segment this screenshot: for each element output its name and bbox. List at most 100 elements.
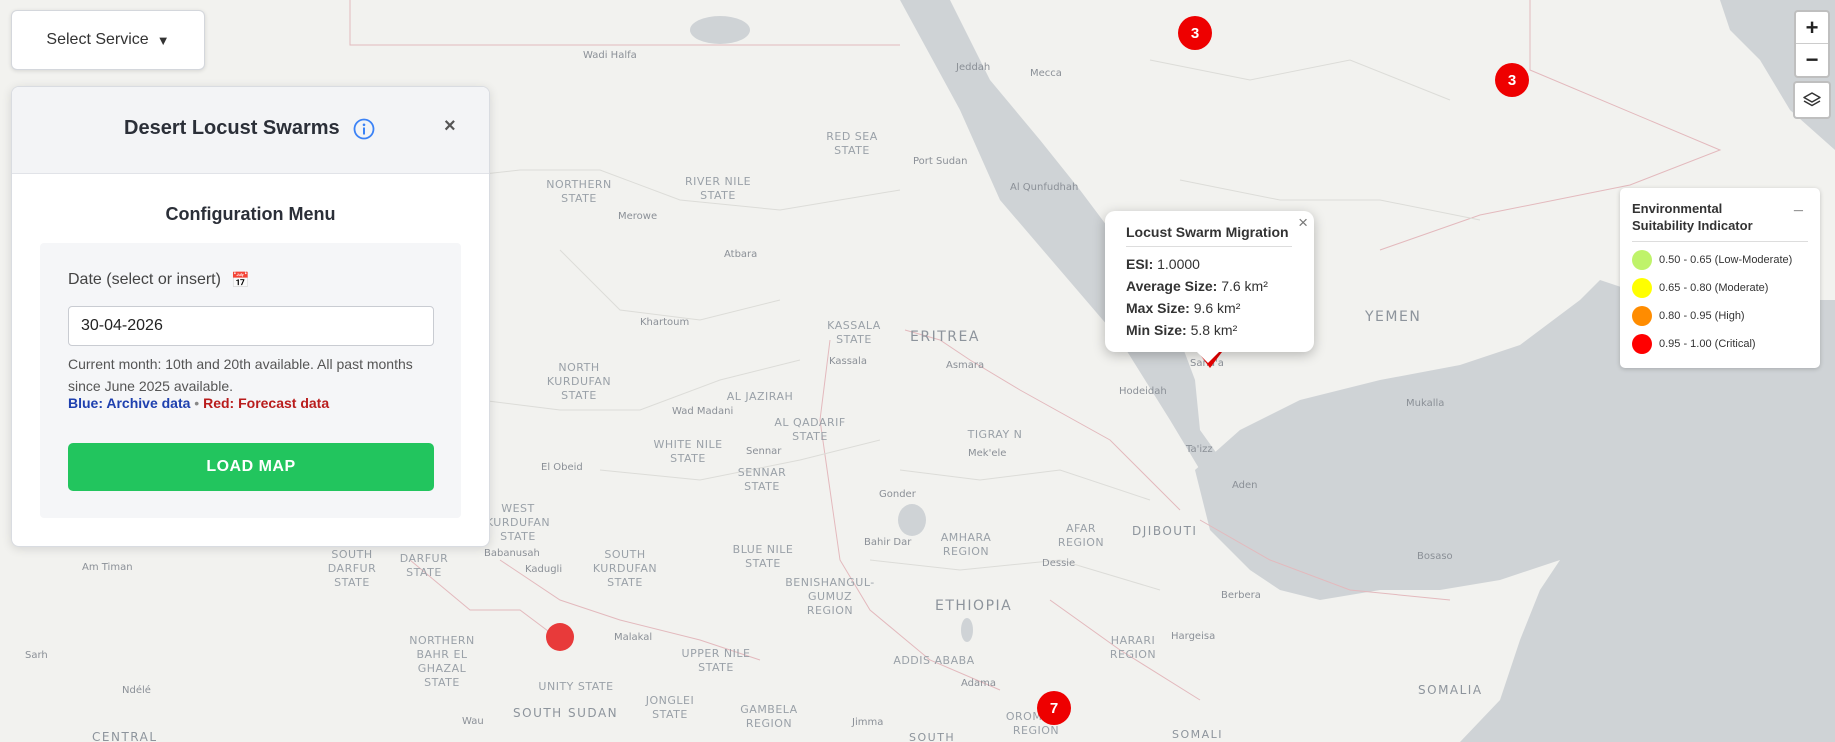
- map-region-label: STATE: [670, 452, 706, 465]
- map-label-djibouti: DJIBOUTI: [1132, 524, 1197, 538]
- map-region-label: WHITE NILE: [653, 438, 722, 451]
- city-label: Ta'izz: [1185, 444, 1213, 455]
- zoom-control: + −: [1794, 10, 1830, 78]
- popup-row-max-size: Max Size: 9.6 km²: [1126, 300, 1241, 316]
- map-region-label: BAHR EL: [416, 648, 467, 661]
- map-label-south-sudan: SOUTH SUDAN: [513, 706, 618, 720]
- city-label: Al Qunfudhah: [1010, 182, 1078, 193]
- map-region-label: BLUE NILE: [733, 543, 794, 556]
- map-region-label: STATE: [744, 480, 780, 493]
- swarm-point-marker[interactable]: [546, 623, 574, 651]
- city-label: Jeddah: [955, 62, 990, 73]
- popup-close-icon[interactable]: ×: [1298, 213, 1308, 233]
- city-label: Hargeisa: [1171, 631, 1215, 642]
- layers-button[interactable]: [1793, 81, 1831, 119]
- layers-icon: [1803, 92, 1821, 107]
- city-label: Wadi Halfa: [583, 50, 637, 61]
- city-label: Adama: [961, 678, 996, 689]
- map-region-label: NORTHERN: [546, 178, 612, 191]
- swarm-cluster-marker[interactable]: 3: [1495, 63, 1529, 97]
- map-region-label: REGION: [1058, 536, 1104, 549]
- map-region-label: JONGLEI: [645, 694, 694, 707]
- esi-legend-item: 0.50 - 0.65 (Low-Moderate): [1632, 250, 1792, 270]
- map-region-label: DARFUR: [400, 552, 448, 565]
- map-region-label: STATE: [652, 708, 688, 721]
- map-region-label: REGION: [943, 545, 989, 558]
- load-map-button[interactable]: LOAD MAP: [68, 443, 434, 491]
- esi-legend-item: 0.95 - 1.00 (Critical): [1632, 334, 1756, 354]
- map-region-label: STATE: [745, 557, 781, 570]
- map-label-yemen: YEMEN: [1364, 309, 1421, 325]
- city-label: Khartoum: [640, 317, 689, 328]
- map-region-label: STATE: [500, 530, 536, 543]
- select-service-dropdown[interactable]: Select Service ▼: [11, 10, 205, 70]
- panel-header: Desert Locust Swarms ×: [12, 87, 489, 174]
- date-hint: Current month: 10th and 20th available. …: [68, 356, 413, 394]
- zoom-in-button[interactable]: +: [1796, 12, 1828, 44]
- map-label-eritrea: ERITREA: [910, 329, 980, 345]
- map-region-label: REGION: [746, 717, 792, 730]
- map-label-central: CENTRAL: [92, 730, 158, 742]
- city-label: Sarh: [25, 650, 48, 661]
- map-region-label: REGION: [1110, 648, 1156, 661]
- map-region-label: STATE: [561, 389, 597, 402]
- legend-swatch: [1632, 334, 1652, 354]
- calendar-icon[interactable]: 📅: [231, 271, 250, 289]
- close-icon[interactable]: ×: [444, 115, 456, 138]
- map-region-label: STATE: [834, 144, 870, 157]
- map-region-label: SOUTH: [604, 548, 645, 561]
- popup-row-esi: ESI: 1.0000: [1126, 256, 1200, 272]
- swarm-cluster-marker[interactable]: 7: [1037, 691, 1071, 725]
- city-label: Berbera: [1221, 590, 1261, 601]
- select-service-label: Select Service: [46, 31, 149, 48]
- map-region-label: NORTHERN: [409, 634, 475, 647]
- map-region-label: STATE: [698, 661, 734, 674]
- esi-legend: Environmental Suitability Indicator _ 0.…: [1620, 188, 1820, 368]
- city-label: Asmara: [946, 360, 984, 371]
- city-label: Mek'ele: [968, 448, 1006, 459]
- map-region-label: RIVER NILE: [685, 175, 751, 188]
- city-label: Merowe: [618, 211, 657, 222]
- map-region-label: AFAR: [1066, 522, 1096, 535]
- esi-legend-title: Environmental Suitability Indicator: [1632, 201, 1753, 233]
- map-region-label: UNITY STATE: [538, 680, 613, 693]
- map-region-label: DARFUR: [328, 562, 376, 575]
- map-label-ethiopia: ETHIOPIA: [935, 598, 1012, 614]
- esi-legend-item: 0.65 - 0.80 (Moderate): [1632, 278, 1768, 298]
- map-region-label: RED SEA: [826, 130, 878, 143]
- map-region-label: GAMBELA: [740, 703, 797, 716]
- map-region-label: AL QADARIF: [774, 416, 845, 429]
- map-region-label: STATE: [334, 576, 370, 589]
- map-region-label: STATE: [424, 676, 460, 689]
- map-region-label: KURDUFAN: [593, 562, 657, 575]
- zoom-out-button[interactable]: −: [1796, 44, 1828, 75]
- legend-swatch: [1632, 306, 1652, 326]
- map-region-label: UPPER NILE: [682, 647, 751, 660]
- popup-row-min-size: Min Size: 5.8 km²: [1126, 322, 1238, 338]
- map-region-label: BENISHANGUL-: [785, 576, 874, 589]
- map-region-label: KASSALA: [827, 319, 881, 332]
- chevron-down-icon: ▼: [156, 32, 170, 48]
- map-region-label: ADDIS ABABA: [893, 654, 974, 667]
- map-region-label: AMHARA: [941, 531, 992, 544]
- map-label-somali: SOMALI: [1172, 728, 1223, 741]
- panel-title: Desert Locust Swarms: [124, 117, 340, 139]
- legend-swatch: [1632, 278, 1652, 298]
- map-region-label: STATE: [836, 333, 872, 346]
- city-label: Gonder: [879, 489, 917, 500]
- city-label: Am Timan: [82, 562, 133, 573]
- minimize-icon[interactable]: _: [1794, 196, 1803, 214]
- city-label: Babanusah: [484, 548, 540, 559]
- forecast-data-label: Red: Forecast data: [203, 395, 330, 411]
- date-input[interactable]: [68, 306, 434, 346]
- city-label: Bahir Dar: [864, 537, 912, 548]
- date-label: Date (select or insert): [68, 271, 221, 288]
- separator: •: [194, 395, 200, 411]
- map-region-label: KURDUFAN: [486, 516, 550, 529]
- swarm-popup: × Locust Swarm Migration ESI: 1.0000 Ave…: [1105, 211, 1314, 352]
- city-label: El Obeid: [541, 462, 583, 473]
- info-icon[interactable]: [353, 118, 375, 140]
- swarm-cluster-marker[interactable]: 3: [1178, 16, 1212, 50]
- map-region-label: AL JAZIRAH: [727, 390, 794, 403]
- legend-swatch: [1632, 250, 1652, 270]
